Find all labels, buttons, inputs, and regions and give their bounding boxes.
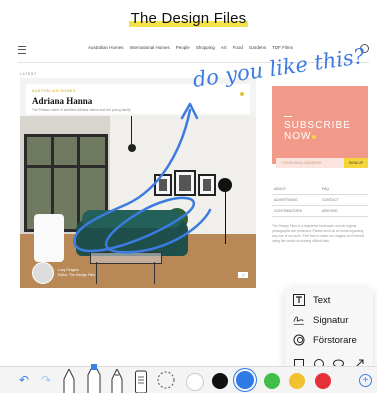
footer-link[interactable]: ARCHIVE	[320, 209, 368, 213]
hamburger-menu-icon[interactable]	[18, 46, 26, 54]
author-avatar[interactable]	[32, 262, 54, 284]
wall-art-frame	[198, 174, 216, 196]
article-title[interactable]: Adriana Hanna	[32, 96, 92, 106]
color-swatch-yellow[interactable]	[289, 373, 305, 389]
footer-links: ABOUT FAQ ADVERTISING CONTACT CONTRIBUTORS…	[272, 184, 368, 217]
nav-item[interactable]: TDF Films	[272, 45, 293, 50]
nav-item[interactable]: Food	[233, 45, 243, 50]
nav-item[interactable]: Australian Homes	[88, 45, 124, 50]
wall-art-frame	[174, 170, 196, 196]
footer-link[interactable]: CONTACT	[320, 198, 368, 202]
signature-icon	[293, 314, 305, 326]
marker-tool-icon[interactable]	[86, 363, 102, 393]
footer-link[interactable]: FAQ	[320, 187, 368, 191]
webpage-screenshot: The Design Files Australian Homes Intern…	[0, 0, 377, 310]
wall-art-frame	[154, 174, 172, 196]
sidebar: SUBSCRIBE NOW YOUR EMAIL ADDRESS SIGN UP…	[268, 78, 376, 298]
pen-tool-icon[interactable]	[62, 369, 76, 393]
nav-item[interactable]: Gardens	[249, 45, 266, 50]
menu-item-signature[interactable]: Signatur	[285, 310, 373, 330]
text-box-icon	[293, 294, 305, 306]
white-chair	[34, 214, 64, 262]
markup-add-menu: Text Signatur Förstorare	[285, 288, 373, 374]
subscribe-title: SUBSCRIBE NOW	[284, 120, 351, 142]
menu-item-magnifier[interactable]: Förstorare	[285, 330, 373, 350]
nav-item[interactable]: Art	[221, 45, 227, 50]
nav-item[interactable]: Shopping	[196, 45, 215, 50]
color-swatch-white[interactable]	[186, 373, 204, 391]
green-sofa	[76, 210, 188, 256]
menu-item-label: Signatur	[313, 314, 349, 326]
color-swatch-red[interactable]	[315, 373, 331, 389]
site-nav: Australian Homes International Homes Peo…	[88, 45, 293, 50]
color-swatch-blue-selected[interactable]	[236, 371, 254, 389]
menu-item-text[interactable]: Text	[285, 290, 373, 310]
floor-lamp	[218, 178, 232, 192]
menu-item-label: Förstorare	[313, 334, 357, 346]
section-label: LATEST	[20, 72, 37, 76]
menu-item-label: Text	[313, 294, 331, 306]
undo-icon[interactable]: ↶	[18, 374, 30, 386]
color-swatch-green[interactable]	[264, 373, 280, 389]
add-markup-icon[interactable]: +	[359, 374, 372, 387]
article-photo[interactable]: Lucy Feagins Editor, The Design Files ▢	[20, 116, 256, 288]
pendant-lamp	[128, 144, 136, 152]
subscribe-panel: SUBSCRIBE NOW	[272, 86, 368, 164]
eraser-tool-icon[interactable]	[134, 369, 148, 393]
lasso-tool-icon[interactable]	[156, 370, 176, 390]
redo-icon[interactable]: ↷	[40, 374, 52, 386]
footer-link[interactable]: ABOUT	[272, 187, 320, 191]
magnifier-icon	[293, 334, 305, 346]
email-input[interactable]: YOUR EMAIL ADDRESS	[276, 158, 344, 168]
nav-item[interactable]: People	[176, 45, 190, 50]
article-category[interactable]: AUSTRALIAN HOMES	[32, 89, 76, 93]
yellow-dot-icon	[312, 135, 317, 139]
pencil-tool-icon[interactable]	[110, 369, 124, 393]
color-swatch-black[interactable]	[212, 373, 228, 389]
sign-up-button[interactable]: SIGN UP	[344, 158, 368, 168]
site-title: The Design Files	[128, 10, 249, 27]
photo-badge: ▢	[238, 272, 248, 278]
footer-link[interactable]: CONTRIBUTORS	[272, 209, 320, 213]
footer-text: The Design Files is a registered tradema…	[272, 224, 365, 243]
accent-dot-icon	[240, 92, 244, 96]
nav-item[interactable]: International Homes	[130, 45, 170, 50]
article-subtitle: The Preston home of architect Adriana Ha…	[32, 108, 132, 112]
footer-link[interactable]: ADVERTISING	[272, 198, 320, 202]
featured-article[interactable]: AUSTRALIAN HOMES Adriana Hanna The Prest…	[20, 78, 256, 288]
coffee-table	[90, 252, 162, 264]
photo-byline: Lucy Feagins Editor, The Design Files	[58, 268, 96, 277]
markup-toolbar: ↶ ↷ +	[0, 363, 377, 393]
